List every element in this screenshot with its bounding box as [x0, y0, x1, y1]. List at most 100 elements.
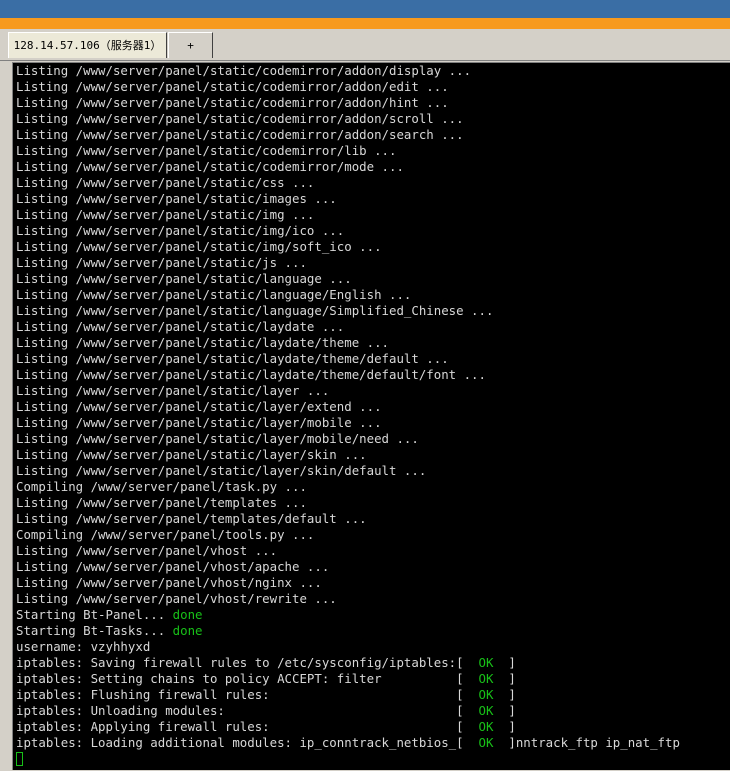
cursor-block-icon [16, 752, 23, 766]
line-text: Listing /www/server/panel/static/laydate… [16, 351, 449, 366]
status-text: OK [478, 671, 494, 686]
terminal-output[interactable]: Listing /www/server/panel/static/codemir… [12, 62, 730, 770]
terminal-line: Listing /www/server/panel/static/laydate… [16, 367, 680, 383]
line-text: Listing /www/server/panel/static/layer/m… [16, 431, 419, 446]
line-text: Listing /www/server/panel/static/codemir… [16, 159, 404, 174]
line-text: Listing /www/server/panel/vhost/nginx ..… [16, 575, 322, 590]
terminal-line: Listing /www/server/panel/static/layer/m… [16, 431, 680, 447]
line-text: Listing /www/server/panel/static/laydate… [16, 367, 486, 382]
terminal-line: Listing /www/server/panel/vhost/rewrite … [16, 591, 680, 607]
line-text: Listing /www/server/panel/static/codemir… [16, 111, 464, 126]
line-text: Listing /www/server/panel/static/js ... [16, 255, 307, 270]
line-text: Listing /www/server/panel/static/layer/s… [16, 447, 367, 462]
line-text: Compiling /www/server/panel/task.py ... [16, 479, 307, 494]
terminal-line: Listing /www/server/panel/vhost ... [16, 543, 680, 559]
terminal-line: Listing /www/server/panel/static/languag… [16, 287, 680, 303]
line-text: Listing /www/server/panel/static/codemir… [16, 63, 472, 78]
line-text: ]nntrack_ftp ip_nat_ftp [493, 735, 680, 750]
terminal-line: Listing /www/server/panel/static/img ... [16, 207, 680, 223]
line-text: Listing /www/server/panel/static/codemir… [16, 79, 449, 94]
terminal-line: iptables: Saving firewall rules to /etc/… [16, 655, 680, 671]
terminal-line: Compiling /www/server/panel/tools.py ... [16, 527, 680, 543]
line-text: Listing /www/server/panel/static/languag… [16, 287, 412, 302]
line-text: Listing /www/server/panel/static/languag… [16, 271, 352, 286]
line-text: ] [493, 655, 516, 670]
line-text: Listing /www/server/panel/static/layer/e… [16, 399, 382, 414]
line-text: Listing /www/server/panel/static/layer .… [16, 383, 330, 398]
line-text: iptables: Unloading modules: [ [16, 703, 479, 718]
terminal-line: Listing /www/server/panel/static/codemir… [16, 143, 680, 159]
line-text: Listing /www/server/panel/templates/defa… [16, 511, 367, 526]
terminal-lines: Listing /www/server/panel/static/codemir… [16, 63, 680, 767]
terminal-line: Starting Bt-Tasks... done [16, 623, 680, 639]
terminal-line: Listing /www/server/panel/vhost/apache .… [16, 559, 680, 575]
terminal-line: Listing /www/server/panel/templates ... [16, 495, 680, 511]
terminal-line: Compiling /www/server/panel/task.py ... [16, 479, 680, 495]
line-text: Starting Bt-Panel... [16, 607, 173, 622]
status-text: OK [478, 703, 494, 718]
terminal-line: Listing /www/server/panel/static/layer/e… [16, 399, 680, 415]
terminal-line: Listing /www/server/panel/static/css ... [16, 175, 680, 191]
line-text: iptables: Loading additional modules: ip… [16, 735, 479, 750]
status-text: OK [478, 735, 494, 750]
line-text: Listing /www/server/panel/static/img/sof… [16, 239, 382, 254]
line-text: Listing /www/server/panel/vhost ... [16, 543, 278, 558]
line-text: Listing /www/server/panel/static/codemir… [16, 127, 464, 142]
tab-bar: 128.14.57.106（服务器1） + [0, 29, 730, 61]
line-text: Listing /www/server/panel/static/laydate… [16, 335, 389, 350]
terminal-line: iptables: Loading additional modules: ip… [16, 735, 680, 751]
terminal-line: Listing /www/server/panel/static/codemir… [16, 63, 680, 79]
tab-session-server1[interactable]: 128.14.57.106（服务器1） [8, 32, 167, 58]
terminal-line: Listing /www/server/panel/static/codemir… [16, 159, 680, 175]
line-text: iptables: Applying firewall rules: [ [16, 719, 479, 734]
line-text: Listing /www/server/panel/static/codemir… [16, 143, 397, 158]
line-text: Listing /www/server/panel/static/img/ico… [16, 223, 345, 238]
terminal-line: Listing /www/server/panel/static/codemir… [16, 111, 680, 127]
terminal-line: Listing /www/server/panel/static/codemir… [16, 95, 680, 111]
line-text: Listing /www/server/panel/static/images … [16, 191, 337, 206]
line-text: Listing /www/server/panel/static/codemir… [16, 95, 449, 110]
line-text: Compiling /www/server/panel/tools.py ... [16, 527, 315, 542]
terminal-line: Listing /www/server/panel/vhost/nginx ..… [16, 575, 680, 591]
line-text: Listing /www/server/panel/static/languag… [16, 303, 494, 318]
terminal-line: iptables: Flushing firewall rules: [ OK … [16, 687, 680, 703]
line-text: username: vzyhhyxd [16, 639, 151, 654]
terminal-line: Listing /www/server/panel/static/codemir… [16, 79, 680, 95]
prompt-line[interactable] [16, 751, 680, 767]
terminal-line: iptables: Setting chains to policy ACCEP… [16, 671, 680, 687]
terminal-line: Listing /www/server/panel/static/img/sof… [16, 239, 680, 255]
terminal-line: Listing /www/server/panel/static/layer/m… [16, 415, 680, 431]
line-text: Listing /www/server/panel/static/layer/s… [16, 463, 427, 478]
line-text: Listing /www/server/panel/templates ... [16, 495, 307, 510]
status-text: OK [478, 719, 494, 734]
line-text: ] [493, 671, 516, 686]
status-text: done [172, 607, 203, 622]
terminal-line: Listing /www/server/panel/static/languag… [16, 271, 680, 287]
line-text: iptables: Flushing firewall rules: [ [16, 687, 479, 702]
terminal-line: Listing /www/server/panel/static/images … [16, 191, 680, 207]
terminal-line: Listing /www/server/panel/static/laydate… [16, 335, 680, 351]
line-text: iptables: Saving firewall rules to /etc/… [16, 655, 479, 670]
line-text: Listing /www/server/panel/static/css ... [16, 175, 315, 190]
ssh-client-window: 128.14.57.106（服务器1） + Listing /www/serve… [0, 29, 730, 771]
status-text: OK [478, 687, 494, 702]
title-accent-bar [0, 18, 730, 29]
new-tab-button[interactable]: + [168, 32, 213, 58]
terminal-line: Listing /www/server/panel/static/layer/s… [16, 447, 680, 463]
terminal-line: username: vzyhhyxd [16, 639, 680, 655]
terminal-line: Listing /www/server/panel/templates/defa… [16, 511, 680, 527]
terminal-line: iptables: Applying firewall rules: [ OK … [16, 719, 680, 735]
terminal-line: Listing /www/server/panel/static/js ... [16, 255, 680, 271]
terminal-line: iptables: Unloading modules: [ OK ] [16, 703, 680, 719]
terminal-line: Listing /www/server/panel/static/languag… [16, 303, 680, 319]
terminal-line: Starting Bt-Panel... done [16, 607, 680, 623]
line-text: iptables: Setting chains to policy ACCEP… [16, 671, 479, 686]
line-text: Starting Bt-Tasks... [16, 623, 173, 638]
line-text: ] [493, 703, 516, 718]
terminal-line: Listing /www/server/panel/static/layer .… [16, 383, 680, 399]
status-text: done [172, 623, 203, 638]
terminal-line: Listing /www/server/panel/static/img/ico… [16, 223, 680, 239]
terminal-line: Listing /www/server/panel/static/layer/s… [16, 463, 680, 479]
line-text: Listing /www/server/panel/static/layer/m… [16, 415, 382, 430]
line-text: Listing /www/server/panel/static/laydate… [16, 319, 345, 334]
